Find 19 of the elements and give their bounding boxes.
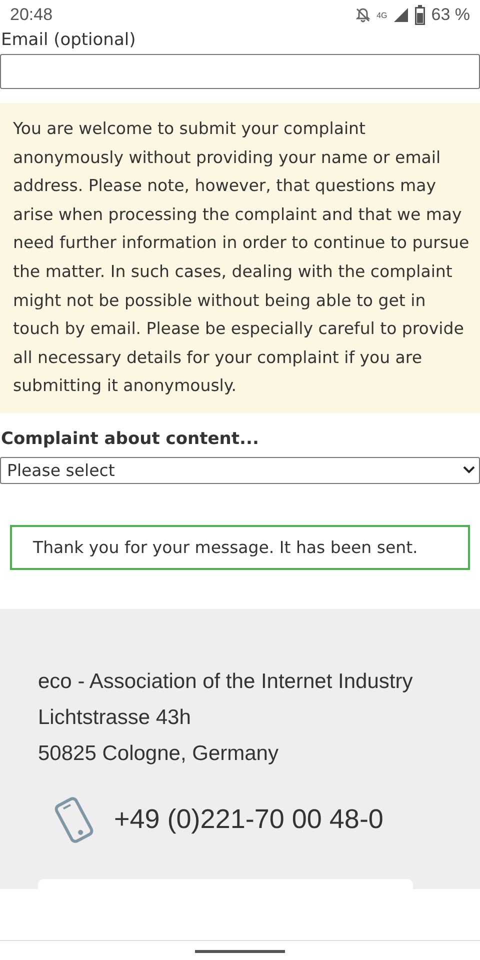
complaint-select[interactable]: Please select: [0, 456, 480, 484]
address-line: eco - Association of the Internet Industry: [38, 668, 414, 695]
clock-time: 20:48: [10, 5, 53, 25]
notice-text: You are welcome to submit your complaint anonymously without providing your name or email address. Please note, however, that questions may arise when processing the complaint and that we may need further information in order to continue to pursue the matter. In such cases, dealing with the complaint might not be possible without being able to get in touch by email. Please be especially careful to provide all necessary details for your complaint if you are submitting it anonymously.: [13, 118, 470, 398]
address-line: 50825 Cologne, Germany: [38, 740, 280, 767]
address-line: Lichtstrasse 43h: [38, 704, 192, 731]
smartphone-icon: [53, 796, 95, 844]
signal-icon: [393, 7, 410, 23]
success-message: Thank you for your message. It has been sent.: [33, 536, 419, 559]
phone-link[interactable]: +49 (0)221-70 00 48-0: [114, 804, 384, 836]
network-type: 4G: [376, 11, 388, 20]
battery-icon: [415, 5, 426, 25]
field-label: Email (optional): [0, 30, 137, 50]
battery-percent: 63 %: [431, 5, 470, 25]
chevron-down-icon: [463, 466, 475, 474]
bell-off-icon: [354, 7, 371, 23]
home-handle[interactable]: [195, 950, 285, 952]
field-label: Complaint about content...: [0, 428, 260, 449]
email-field[interactable]: [0, 54, 480, 89]
